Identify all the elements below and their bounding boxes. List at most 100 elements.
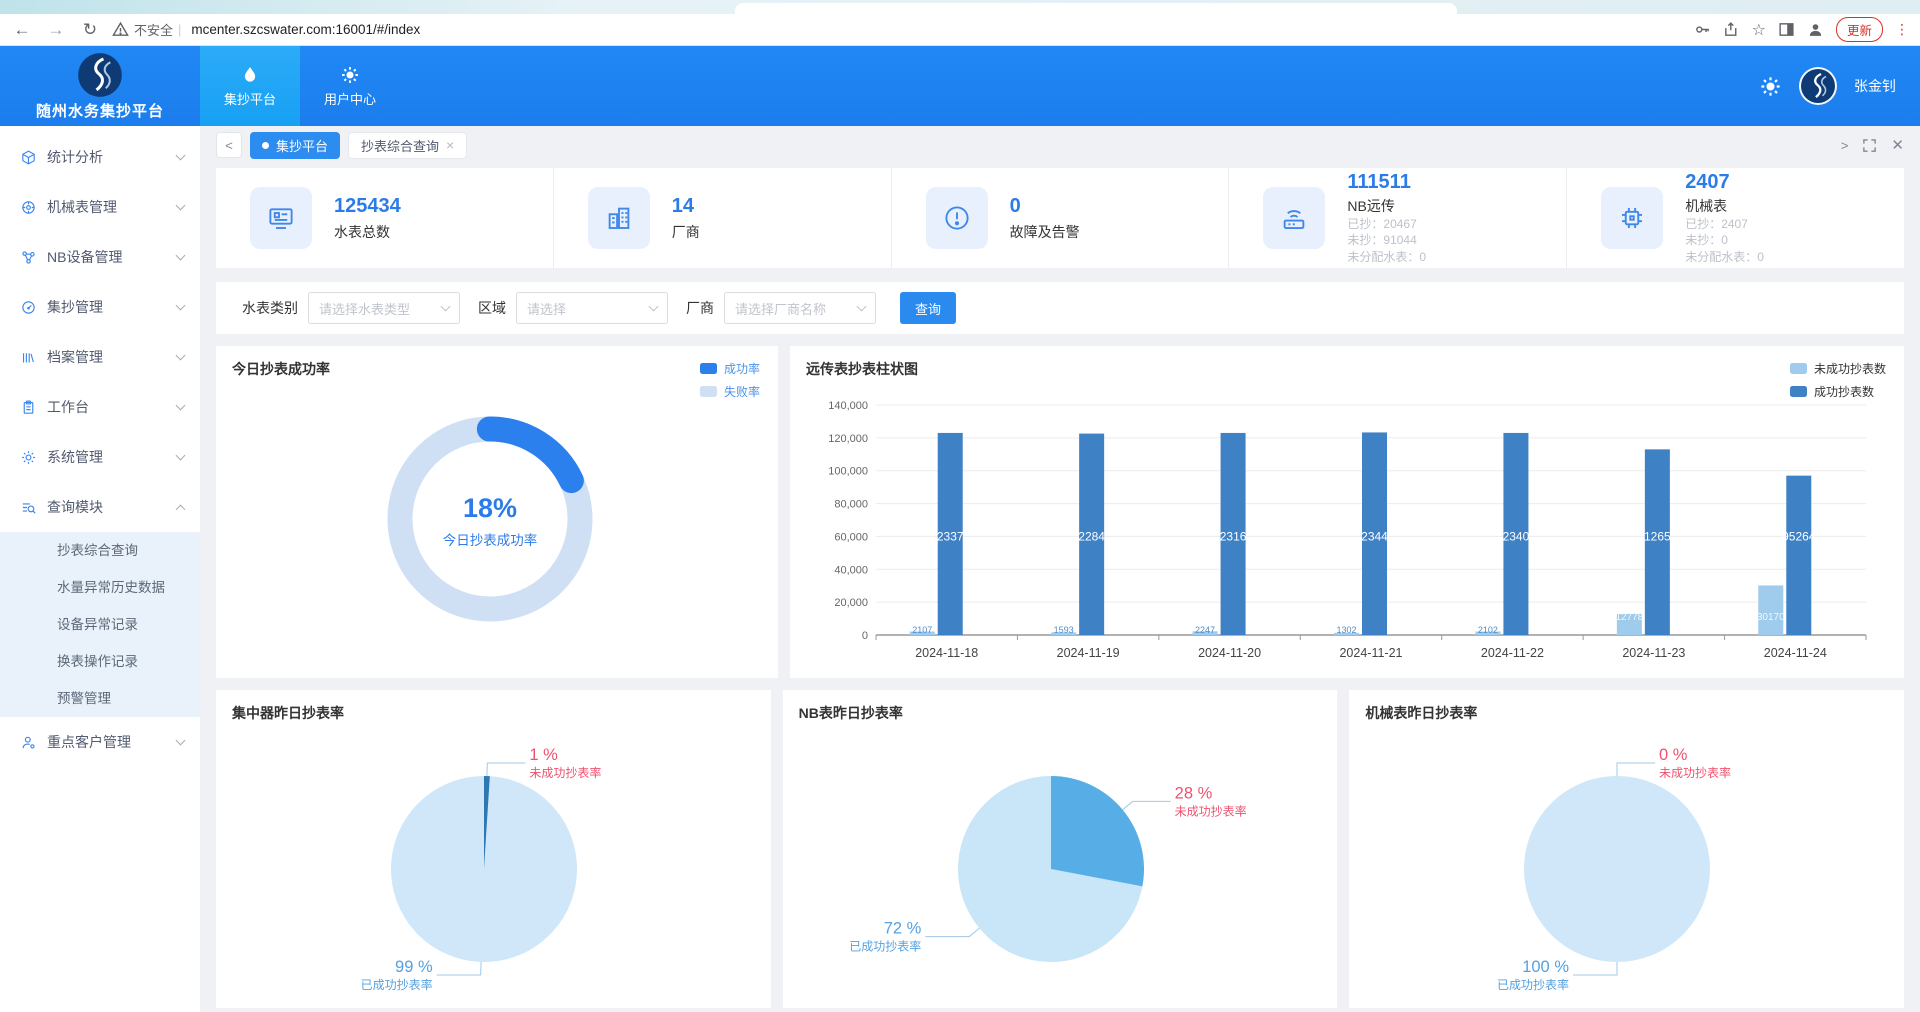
svg-text:140,000: 140,000 xyxy=(828,400,868,412)
username[interactable]: 张金钊 xyxy=(1854,76,1896,96)
search-button[interactable]: 查询 xyxy=(900,292,956,324)
chevron-down-icon xyxy=(176,401,186,411)
key-icon[interactable] xyxy=(1694,21,1711,38)
close-all-icon[interactable]: ✕ xyxy=(1891,136,1904,154)
page-tab-bar: < 集抄平台 抄表综合查询 × > ✕ xyxy=(216,126,1904,164)
svg-text:2024-11-23: 2024-11-23 xyxy=(1622,646,1685,660)
sidebar-item-1[interactable]: 统计分析 xyxy=(0,132,200,182)
panel-concentrator-rate: 集中器昨日抄表率 1 %未成功抄表率99 %已成功抄表率 xyxy=(216,690,771,1008)
sidebar-item-5[interactable]: 档案管理 xyxy=(0,332,200,382)
share-icon[interactable] xyxy=(1723,21,1740,38)
stat-icon-tile xyxy=(1601,187,1663,249)
svg-text:已成功抄表率: 已成功抄表率 xyxy=(849,939,921,954)
pie-chart-concentrator: 1 %未成功抄表率99 %已成功抄表率 xyxy=(232,723,754,1009)
panel-title: NB表昨日抄表率 xyxy=(799,703,1322,723)
chevron-down-icon xyxy=(176,736,186,746)
svg-text:2024-11-18: 2024-11-18 xyxy=(915,646,978,660)
stat-label: 故障及告警 xyxy=(1010,222,1080,242)
header-tab-usercenter[interactable]: 用户中心 xyxy=(300,46,400,126)
sidebar-item-label: 重点客户管理 xyxy=(47,732,167,752)
browser-update-button[interactable]: 更新 xyxy=(1836,17,1883,42)
stat-detail: 已抄：20467 xyxy=(1347,216,1426,232)
app-header: 随州水务集抄平台 集抄平台 用户中心 张金钊 xyxy=(0,46,1920,126)
meter-icon xyxy=(266,203,296,233)
stat-detail: 未抄：0 xyxy=(1685,232,1764,248)
cube-icon xyxy=(20,149,37,166)
svg-text:2024-11-19: 2024-11-19 xyxy=(1057,646,1120,660)
browser-tab[interactable] xyxy=(735,3,1457,14)
panel-remote-bar-chart: 远传表抄表柱状图 未成功抄表数成功抄表数 020,00040,00060,000… xyxy=(790,346,1904,678)
svg-text:40,000: 40,000 xyxy=(834,564,868,576)
legend-row[interactable]: 成功率 xyxy=(700,360,760,377)
sidebar-item-7[interactable]: 系统管理 xyxy=(0,432,200,482)
filter-select-3[interactable]: 请选择厂商名称 xyxy=(724,292,876,324)
svg-text:1593: 1593 xyxy=(1054,625,1074,635)
svg-text:已成功抄表率: 已成功抄表率 xyxy=(361,977,433,992)
chevron-down-icon xyxy=(649,302,659,312)
browser-toolbar: ← → ↻ 不安全 | mcenter.szcswater.com:16001/… xyxy=(0,14,1920,46)
pie-chart-mech: 0 %未成功抄表率100 %已成功抄表率 xyxy=(1365,723,1887,1009)
legend-row[interactable]: 未成功抄表数 xyxy=(1790,360,1886,377)
chevron-down-icon xyxy=(176,151,186,161)
fullscreen-icon[interactable] xyxy=(1862,138,1877,153)
panel-title: 集中器昨日抄表率 xyxy=(232,703,755,723)
bookmark-star-icon[interactable]: ☆ xyxy=(1752,20,1766,40)
select-placeholder: 请选择厂商名称 xyxy=(735,299,826,318)
svg-text:2316: 2316 xyxy=(1220,529,1247,543)
svg-text:2107: 2107 xyxy=(912,625,932,635)
sidebar-subitem-5[interactable]: 预警管理 xyxy=(0,680,200,717)
header-tab-platform[interactable]: 集抄平台 xyxy=(200,46,300,126)
sidebar-item-4[interactable]: 集抄管理 xyxy=(0,282,200,332)
tabs-scroll-left-icon[interactable]: < xyxy=(216,132,242,158)
brand: 随州水务集抄平台 xyxy=(0,46,200,126)
legend-row[interactable]: 失败率 xyxy=(700,383,760,400)
close-tab-icon[interactable]: × xyxy=(446,137,454,153)
panel-title: 今日抄表成功率 xyxy=(232,359,762,379)
site-security[interactable]: 不安全 | xyxy=(112,20,181,39)
svg-text:未成功抄表率: 未成功抄表率 xyxy=(1174,803,1246,818)
sidebar-item-label: 档案管理 xyxy=(47,347,167,367)
gauge-icon xyxy=(20,299,37,316)
legend-row[interactable]: 成功抄表数 xyxy=(1790,383,1886,400)
svg-text:100 %: 100 % xyxy=(1523,958,1570,976)
svg-text:1265: 1265 xyxy=(1644,529,1671,543)
svg-text:2247: 2247 xyxy=(1195,625,1215,635)
tab-chip-platform[interactable]: 集抄平台 xyxy=(250,132,340,159)
sidebar-item-8[interactable]: 查询模块 xyxy=(0,482,200,532)
panel-today-success-rate: 今日抄表成功率 成功率失败率 18%今日抄表成功率 xyxy=(216,346,778,678)
forward-icon[interactable]: → xyxy=(44,20,68,40)
stat-text: 125434水表总数 xyxy=(334,195,401,242)
filter-select-2[interactable]: 请选择 xyxy=(516,292,668,324)
sidebar-item-3[interactable]: NB设备管理 xyxy=(0,232,200,282)
reload-icon[interactable]: ↻ xyxy=(78,20,102,40)
browser-menu-icon[interactable]: ⋮ xyxy=(1895,21,1910,38)
chip-icon xyxy=(1617,203,1647,233)
sidebar-subitem-3[interactable]: 设备异常记录 xyxy=(0,606,200,643)
user-avatar[interactable] xyxy=(1798,66,1838,106)
sidebar-subitem-2[interactable]: 水量异常历史数据 xyxy=(0,569,200,606)
panel-title: 机械表昨日抄表率 xyxy=(1365,703,1888,723)
sidebar-item-2[interactable]: 机械表管理 xyxy=(0,182,200,232)
split-screen-icon[interactable] xyxy=(1778,21,1795,38)
alert-icon xyxy=(942,203,972,233)
back-icon[interactable]: ← xyxy=(10,20,34,40)
url-bar[interactable]: mcenter.szcswater.com:16001/#/index xyxy=(191,22,1683,37)
sidebar-item-9[interactable]: 重点客户管理 xyxy=(0,717,200,767)
sidebar-subitem-1[interactable]: 抄表综合查询 xyxy=(0,532,200,569)
svg-text:0 %: 0 % xyxy=(1659,746,1688,764)
sidebar-item-6[interactable]: 工作台 xyxy=(0,382,200,432)
gear-icon xyxy=(20,449,37,466)
stat-label: 厂商 xyxy=(672,222,700,242)
tabs-scroll-right-icon[interactable]: > xyxy=(1841,138,1849,153)
donut-chart: 18%今日抄表成功率 xyxy=(232,379,762,653)
tab-chip-page[interactable]: 抄表综合查询 × xyxy=(348,132,467,159)
profile-avatar-icon[interactable] xyxy=(1807,21,1824,38)
tab-chip-label: 集抄平台 xyxy=(276,136,328,155)
stat-value: 14 xyxy=(672,195,700,218)
filter-select-1[interactable]: 请选择水表类型 xyxy=(308,292,460,324)
gear-icon xyxy=(340,65,360,85)
sidebar-subitem-4[interactable]: 换表操作记录 xyxy=(0,643,200,680)
settings-gear-icon[interactable] xyxy=(1759,75,1782,98)
svg-text:72 %: 72 % xyxy=(883,920,921,938)
usergear-icon xyxy=(20,734,37,751)
